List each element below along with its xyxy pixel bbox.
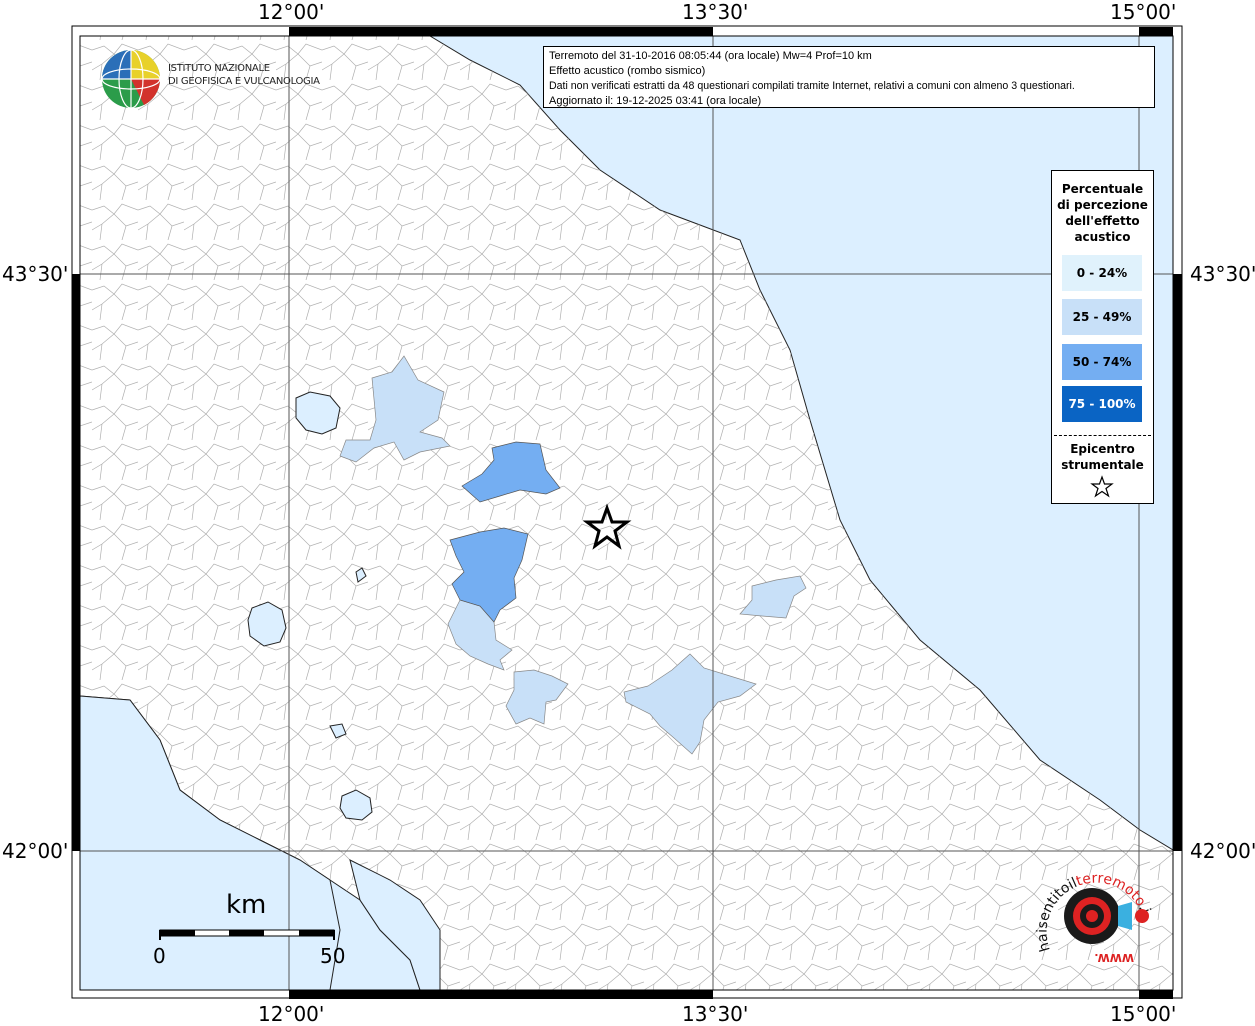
legend-separator <box>1054 435 1151 436</box>
lat-label-right-4330: 43°30' <box>1190 262 1255 286</box>
legend-class-50-74: 50 - 74% <box>1062 344 1142 380</box>
scale-unit-label: km <box>226 890 267 920</box>
ingv-text: ISTITUTO NAZIONALE DI GEOFISICA E VULCAN… <box>168 62 320 88</box>
hst-www-text: WWW. <box>1094 951 1134 964</box>
legend-title-line: di percezione <box>1057 198 1148 212</box>
lon-label-bottom-1200: 12°00' <box>258 1002 325 1026</box>
lon-label-top-1200: 12°00' <box>258 0 325 24</box>
legend-epicenter-line: Epicentro <box>1070 442 1135 456</box>
legend-epicenter-title: Epicentro strumentale <box>1052 441 1153 473</box>
lat-label-left-4200: 42°00' <box>2 839 69 863</box>
legend-star-icon <box>1090 475 1114 498</box>
scale-max-label: 50 <box>320 944 346 968</box>
legend-title-line: Percentuale <box>1061 182 1144 196</box>
lon-label-top-1500: 15°00' <box>1110 0 1177 24</box>
legend-class-0-24: 0 - 24% <box>1062 255 1142 291</box>
lon-label-top-1330: 13°30' <box>682 0 749 24</box>
scale-min-label: 0 <box>153 944 166 968</box>
ingv-line1: ISTITUTO NAZIONALE <box>168 63 270 74</box>
ingv-line2: DI GEOFISICA E VULCANOLOGIA <box>168 76 320 87</box>
lat-label-right-4200: 42°00' <box>1190 839 1255 863</box>
event-info-box: Terremoto del 31-10-2016 08:05:44 (ora l… <box>543 46 1155 108</box>
globe-icon <box>101 49 161 109</box>
legend-epicenter-line: strumentale <box>1061 458 1144 472</box>
lon-label-bottom-1330: 13°30' <box>682 1002 749 1026</box>
legend-title: Percentuale di percezione dell'effetto a… <box>1052 181 1153 245</box>
event-info-line3: Dati non verificati estratti da 48 quest… <box>549 80 1075 92</box>
legend-class-25-49: 25 - 49% <box>1062 299 1142 335</box>
legend-class-75-100: 75 - 100% <box>1062 386 1142 422</box>
event-info-line4: Aggiornato il: 19-12-2025 03:41 (ora loc… <box>549 95 762 107</box>
legend-title-line: acustico <box>1074 230 1131 244</box>
hst-target-icon: haisentitoilterremoto.it WWW. <box>1029 846 1153 964</box>
lon-label-bottom-1500: 15°00' <box>1110 1002 1177 1026</box>
legend-title-line: dell'effetto <box>1065 214 1140 228</box>
event-info-line1: Terremoto del 31-10-2016 08:05:44 (ora l… <box>549 50 872 62</box>
legend: Percentuale di percezione dell'effetto a… <box>1051 170 1154 504</box>
hai-sentito-il-terremoto-logo: haisentitoilterremoto.it WWW. <box>1029 846 1162 978</box>
event-info-line2: Effetto acustico (rombo sismico) <box>549 65 706 77</box>
lat-label-left-4330: 43°30' <box>2 262 69 286</box>
